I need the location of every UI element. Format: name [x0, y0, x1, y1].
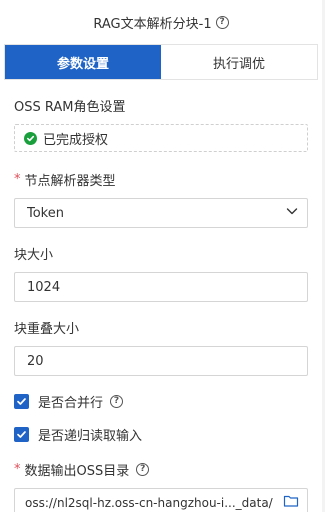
chunk-size-section: 块大小 1024	[0, 243, 322, 302]
help-icon[interactable]: ?	[110, 394, 124, 408]
tab-label: 执行调优	[212, 56, 265, 72]
tab-parameter-settings[interactable]: 参数设置	[5, 45, 161, 79]
parser-type-select[interactable]: Token	[14, 198, 308, 228]
recursive-read-option: 是否递归读取输入	[14, 424, 308, 444]
chunk-size-value: 1024	[27, 279, 61, 295]
output-dir-label-text: 数据输出OSS目录	[24, 463, 130, 479]
tab-label: 参数设置	[56, 56, 109, 72]
authorization-status-text: 已完成授权	[43, 132, 109, 148]
chunk-overlap-section: 块重叠大小 20	[0, 317, 322, 376]
help-icon[interactable]: ?	[215, 15, 229, 29]
authorization-status-box: 已完成授权	[14, 124, 308, 152]
oss-ram-label: OSS RAM角色设置	[14, 99, 126, 115]
parser-type-label-text: 节点解析器类型	[24, 173, 116, 189]
help-icon[interactable]: ?	[136, 462, 150, 476]
folder-icon[interactable]	[283, 494, 299, 512]
chunk-overlap-input[interactable]: 20	[14, 346, 308, 376]
panel-header: RAG文本解析分块-1 ?	[0, 0, 322, 44]
tab-bar: 参数设置 执行调优	[4, 44, 318, 80]
parser-type-label: * 节点解析器类型	[14, 169, 308, 189]
recursive-read-checkbox[interactable]	[14, 426, 29, 442]
merge-lines-option: 是否合并行 ?	[14, 391, 308, 411]
required-mark: *	[14, 171, 21, 187]
merge-lines-label: 是否合并行	[38, 395, 104, 411]
output-dir-section: * 数据输出OSS目录 ? oss://nl2sql-hz.oss-cn-han…	[0, 459, 322, 512]
required-mark: *	[14, 461, 21, 477]
chunk-size-label: 块大小	[14, 247, 54, 263]
merge-lines-section: 是否合并行 ?	[0, 391, 322, 411]
recursive-read-label: 是否递归读取输入	[38, 428, 143, 444]
output-dir-value: oss://nl2sql-hz.oss-cn-hangzhou-i..._dat…	[25, 496, 273, 510]
panel-title: RAG文本解析分块-1	[93, 16, 212, 32]
output-dir-label: * 数据输出OSS目录 ?	[14, 459, 308, 479]
output-dir-input[interactable]: oss://nl2sql-hz.oss-cn-hangzhou-i..._dat…	[14, 488, 308, 512]
chunk-size-input[interactable]: 1024	[14, 272, 308, 302]
oss-ram-section: OSS RAM角色设置 已完成授权	[0, 95, 322, 152]
properties-panel: RAG文本解析分块-1 ? 参数设置 执行调优 OSS RAM角色设置 已完成授…	[0, 0, 322, 512]
chunk-overlap-value: 20	[27, 353, 44, 369]
tab-execution-tuning[interactable]: 执行调优	[161, 45, 317, 79]
chevron-down-icon	[285, 204, 299, 222]
check-circle-icon	[24, 131, 37, 145]
parser-type-value: Token	[27, 205, 64, 221]
recursive-read-section: 是否递归读取输入	[0, 424, 322, 444]
parser-type-section: * 节点解析器类型 Token	[0, 169, 322, 228]
chunk-overlap-label: 块重叠大小	[14, 321, 80, 337]
merge-lines-checkbox[interactable]	[14, 393, 29, 409]
